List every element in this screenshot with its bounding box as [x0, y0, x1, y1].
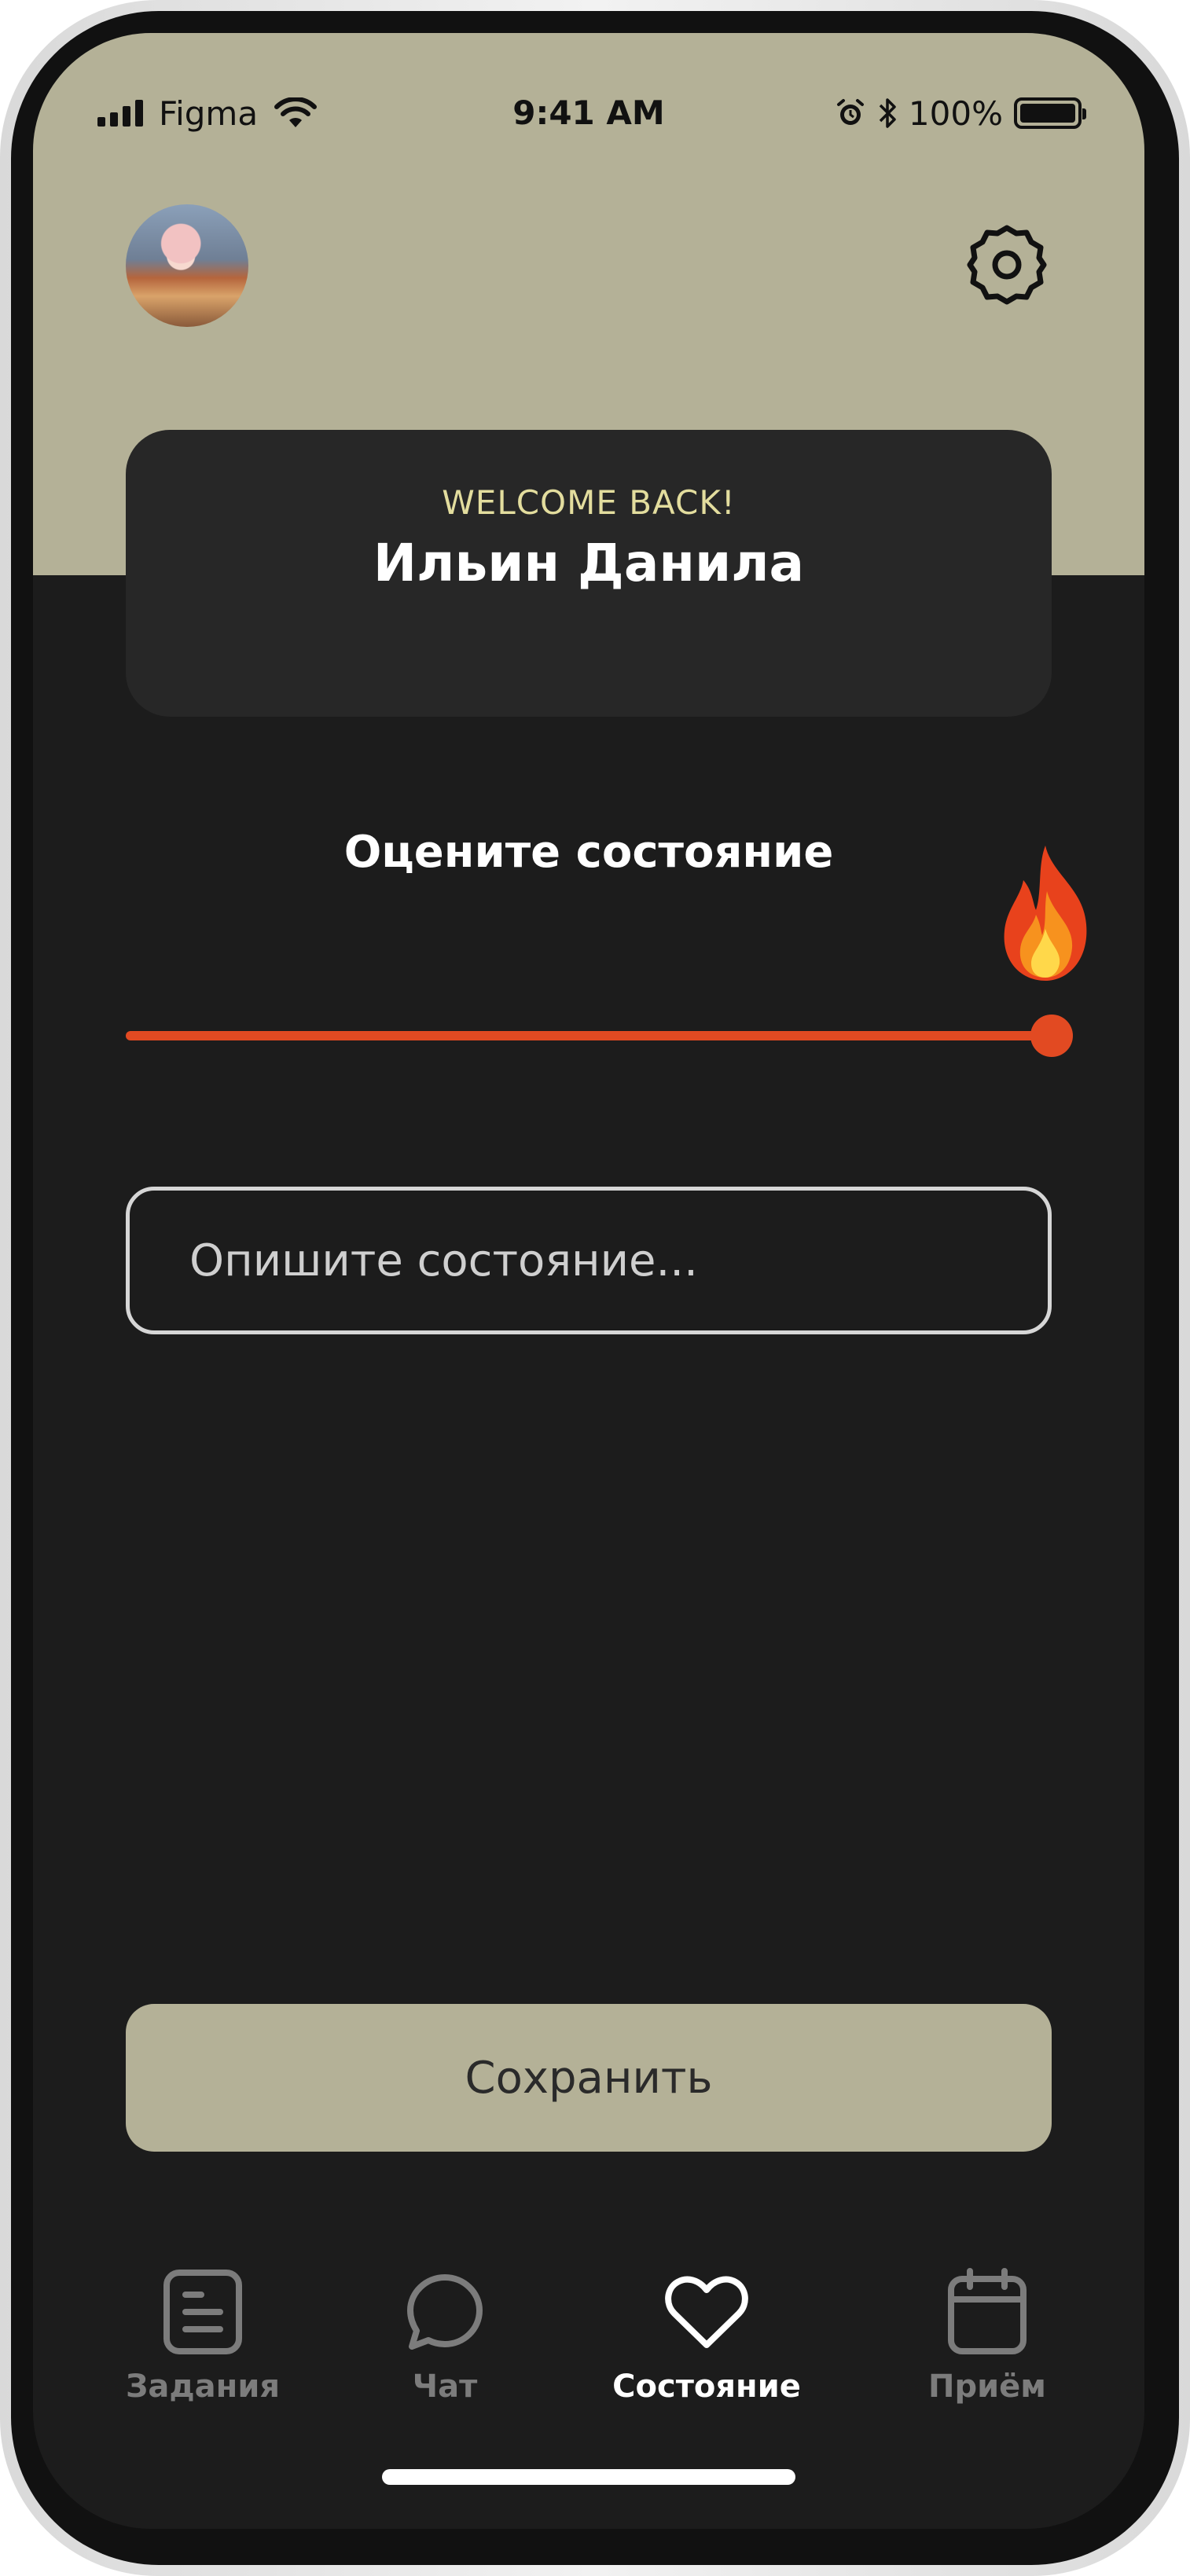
battery-percent: 100%	[908, 94, 1003, 133]
tab-appointment[interactable]: Приём	[869, 2265, 1105, 2405]
status-right: 100%	[835, 82, 1086, 145]
describe-state-input[interactable]	[126, 1187, 1052, 1334]
settings-button[interactable]	[964, 222, 1050, 308]
calendar-icon	[948, 2268, 1027, 2354]
app-screen: Figma 9:41 AM 100% WELCOME BACK! Ильин Д…	[33, 33, 1144, 2529]
chat-bubble-icon	[407, 2274, 483, 2350]
tab-chat[interactable]: Чат	[327, 2265, 563, 2405]
status-bar: Figma 9:41 AM 100%	[33, 82, 1144, 145]
tab-label: Состояние	[612, 2369, 801, 2405]
welcome-label: WELCOME BACK!	[442, 483, 736, 522]
slider-thumb[interactable]	[1030, 1015, 1073, 1057]
rating-title: Оцените состояние	[343, 827, 834, 878]
tab-label: Приём	[928, 2369, 1046, 2405]
tab-label: Задания	[125, 2369, 281, 2405]
tab-state[interactable]: Состояние	[589, 2265, 825, 2405]
alarm-icon	[836, 99, 864, 125]
tab-tasks[interactable]: Задания	[85, 2265, 321, 2405]
user-name: Ильин Данила	[373, 533, 805, 593]
home-indicator[interactable]	[382, 2469, 795, 2485]
bluetooth-icon	[879, 98, 896, 128]
tab-bar: Задания Чат Состояние Приём	[33, 2265, 1144, 2453]
tab-label: Чат	[412, 2369, 478, 2405]
gear-icon	[967, 225, 1047, 305]
heart-icon	[665, 2276, 748, 2348]
save-button[interactable]: Сохранить	[126, 2004, 1052, 2152]
avatar[interactable]	[126, 204, 248, 327]
state-slider[interactable]	[126, 1014, 1073, 1058]
slider-fill	[126, 1031, 1052, 1040]
welcome-card: WELCOME BACK! Ильин Данила	[126, 430, 1052, 717]
battery-icon	[1014, 97, 1086, 129]
fire-emoji-icon	[1004, 846, 1087, 981]
tasks-list-icon	[163, 2270, 242, 2354]
